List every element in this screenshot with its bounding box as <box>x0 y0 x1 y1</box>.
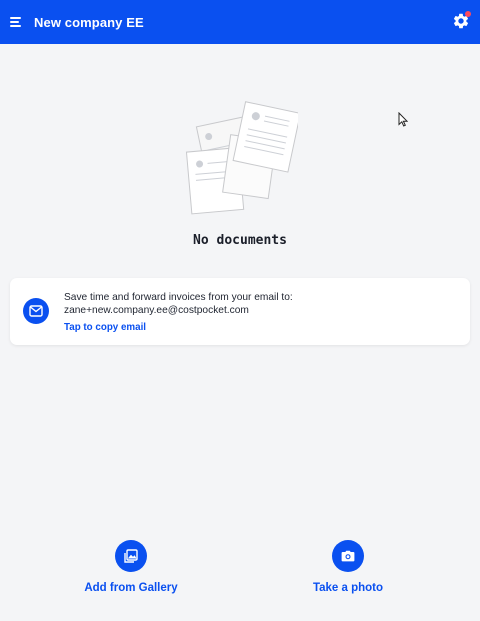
mail-icon <box>23 298 49 324</box>
email-card-description: Save time and forward invoices from your… <box>64 292 293 303</box>
forwarding-email-address: zane+new.company.ee@costpocket.com <box>64 305 249 316</box>
email-card-text: Save time and forward invoices from your… <box>64 291 293 334</box>
documents-illustration-icon <box>182 100 301 218</box>
camera-icon <box>332 540 364 572</box>
copy-email-link[interactable]: Tap to copy email <box>64 321 293 334</box>
settings-button[interactable] <box>452 11 471 30</box>
mouse-cursor-icon <box>398 111 409 127</box>
take-photo-label: Take a photo <box>312 582 384 594</box>
email-forward-card: Save time and forward invoices from your… <box>10 278 470 345</box>
page-title: New company EE <box>34 14 144 30</box>
gallery-icon <box>115 540 147 572</box>
top-app-bar: New company EE <box>0 0 480 44</box>
add-from-gallery-button[interactable]: Add from Gallery <box>51 540 211 594</box>
menu-icon[interactable] <box>10 16 24 28</box>
add-from-gallery-label: Add from Gallery <box>84 582 178 594</box>
notification-dot <box>465 11 471 17</box>
app-root: New company EE No documents Save time an… <box>0 0 480 621</box>
take-photo-button[interactable]: Take a photo <box>268 540 428 594</box>
empty-state-title: No documents <box>193 233 287 248</box>
